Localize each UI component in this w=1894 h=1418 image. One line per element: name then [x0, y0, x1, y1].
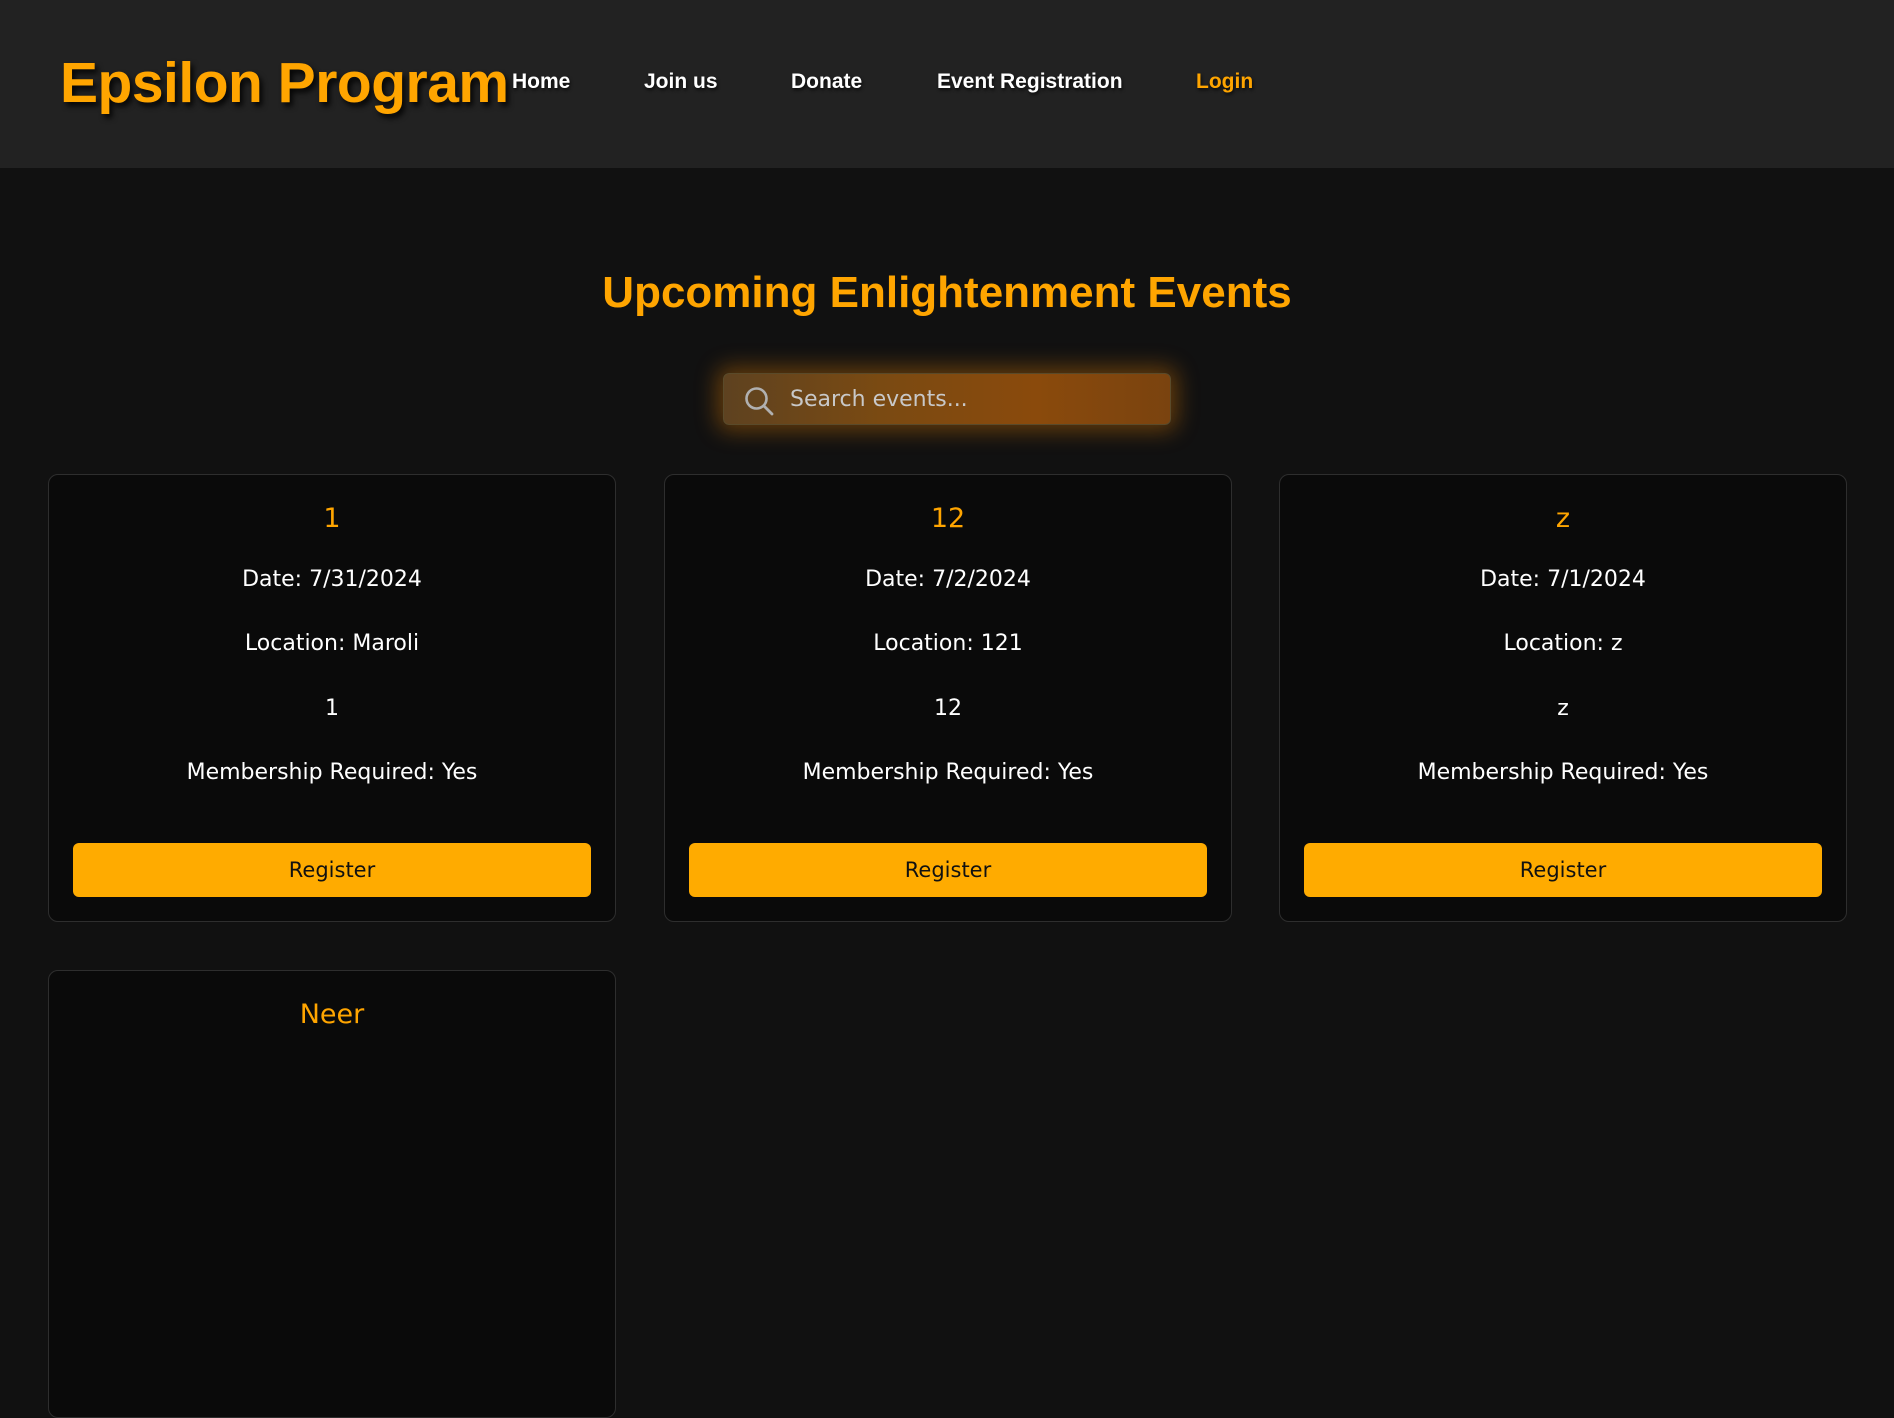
event-title: 1 — [323, 503, 341, 534]
register-button[interactable]: Register — [1304, 843, 1822, 897]
event-card: Neer — [48, 970, 616, 1418]
nav-join-us[interactable]: Join us — [644, 70, 718, 94]
event-location: Location: 121 — [873, 631, 1023, 656]
register-button[interactable]: Register — [73, 843, 591, 897]
register-button[interactable]: Register — [689, 843, 1207, 897]
event-location: Location: z — [1503, 631, 1623, 656]
event-title: z — [1555, 503, 1571, 534]
search-input[interactable] — [790, 382, 1150, 416]
event-title: Neer — [299, 999, 365, 1030]
nav-home[interactable]: Home — [512, 70, 570, 94]
page-title: Upcoming Enlightenment Events — [602, 268, 1292, 317]
site-header: Epsilon Program Home Join us Donate Even… — [0, 0, 1894, 168]
event-membership: Membership Required: Yes — [186, 760, 478, 785]
nav-login[interactable]: Login — [1196, 70, 1253, 94]
event-date: Date: 7/1/2024 — [1480, 567, 1646, 592]
event-location: Location: Maroli — [244, 631, 420, 656]
nav-event-registration[interactable]: Event Registration — [937, 70, 1123, 94]
event-title: 12 — [930, 503, 966, 534]
nav-donate[interactable]: Donate — [791, 70, 862, 94]
event-description: z — [1557, 696, 1569, 721]
search-icon — [744, 386, 774, 416]
event-date: Date: 7/2/2024 — [865, 567, 1031, 592]
event-card: 1 Date: 7/31/2024 Location: Maroli 1 Mem… — [48, 474, 616, 922]
event-membership: Membership Required: Yes — [802, 760, 1094, 785]
event-description: 1 — [325, 696, 339, 721]
site-logo[interactable]: Epsilon Program — [60, 50, 509, 116]
search-box — [723, 373, 1171, 425]
event-description: 12 — [934, 696, 962, 721]
event-date: Date: 7/31/2024 — [242, 567, 422, 592]
event-membership: Membership Required: Yes — [1417, 760, 1709, 785]
event-card: 12 Date: 7/2/2024 Location: 121 12 Membe… — [664, 474, 1232, 922]
event-card: z Date: 7/1/2024 Location: z z Membershi… — [1279, 474, 1847, 922]
